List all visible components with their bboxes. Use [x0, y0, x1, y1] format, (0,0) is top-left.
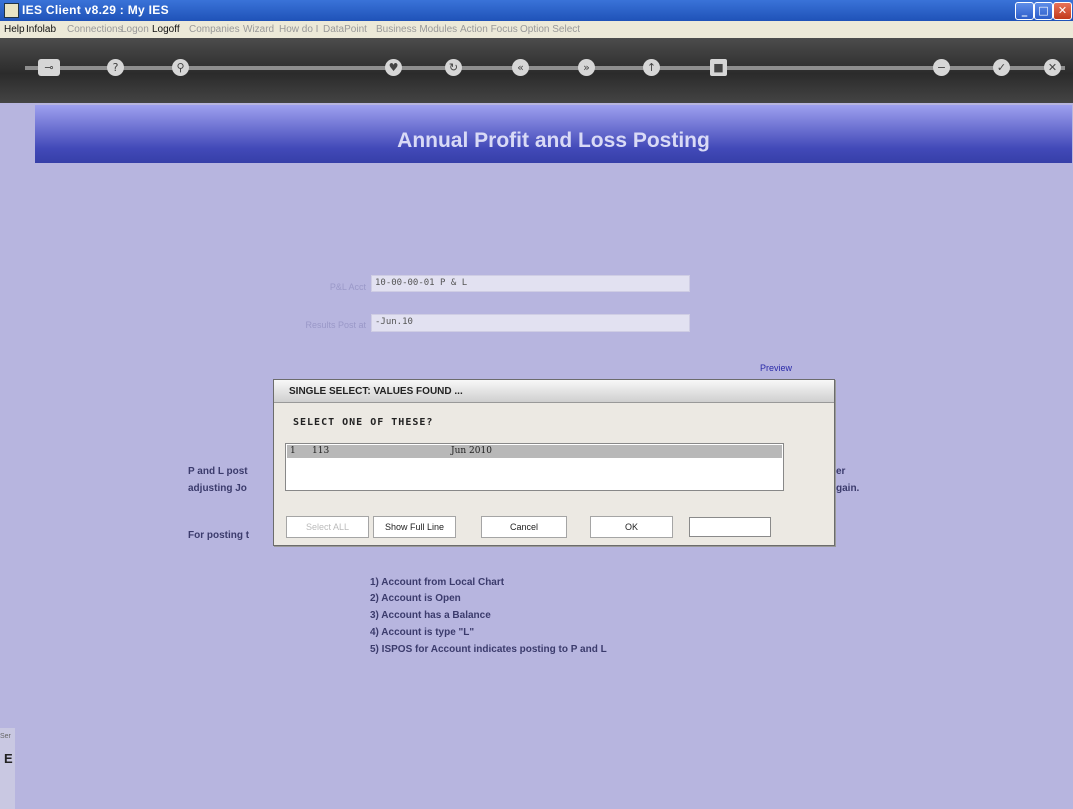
row-period: Jun 2010	[451, 446, 492, 456]
menu-connections[interactable]: Connections	[67, 24, 123, 35]
menu-help[interactable]: Help	[4, 24, 25, 35]
stop-icon[interactable]: ■	[710, 59, 727, 76]
condition-item: 2) Account is Open	[370, 593, 461, 604]
condition-item: 3) Account has a Balance	[370, 610, 491, 621]
app-icon	[4, 3, 19, 18]
minus-icon[interactable]: −	[933, 59, 950, 76]
pl-acct-field[interactable]: 10-00-00-01 P & L	[371, 275, 690, 292]
title-bar: IES Client v8.29 : My IES _ □ ✕	[0, 0, 1073, 21]
dialog-title-bar[interactable]: SINGLE SELECT: VALUES FOUND ...	[274, 380, 834, 403]
pl-acct-label: P&L Acct	[329, 282, 366, 292]
list-item[interactable]: 1 113 Jun 2010	[287, 445, 782, 458]
dialog-prompt: SELECT ONE OF THESE?	[293, 417, 434, 428]
results-post-at-label: Results Post at	[305, 320, 366, 330]
heart-icon[interactable]: ♥	[385, 59, 402, 76]
left-strip-label: Ser	[0, 733, 11, 740]
show-full-line-button[interactable]: Show Full Line	[373, 516, 456, 538]
paragraph-right-1: er	[836, 466, 846, 477]
single-select-dialog: SINGLE SELECT: VALUES FOUND ... SELECT O…	[273, 379, 835, 546]
select-all-button[interactable]: Select ALL	[286, 516, 369, 538]
menu-how-do-i[interactable]: How do I	[279, 24, 318, 35]
menu-wizard[interactable]: Wizard	[243, 24, 274, 35]
menu-business-modules[interactable]: Business Modules	[376, 24, 457, 35]
refresh-icon[interactable]: ↻	[445, 59, 462, 76]
minimize-button[interactable]: _	[1015, 2, 1034, 20]
paragraph-line-3: For posting t	[188, 530, 250, 541]
check-icon[interactable]: ✓	[993, 59, 1010, 76]
condition-item: 5) ISPOS for Account indicates posting t…	[370, 644, 607, 655]
page-banner: Annual Profit and Loss Posting	[35, 105, 1072, 163]
left-strip: Ser E	[0, 728, 15, 809]
close-window-button[interactable]: ✕	[1053, 2, 1072, 20]
results-post-at-field[interactable]: -Jun.10	[371, 314, 690, 332]
search-icon[interactable]: ⚲	[172, 59, 189, 76]
menu-logoff[interactable]: Logoff	[152, 24, 180, 35]
condition-item: 1) Account from Local Chart	[370, 577, 505, 588]
page-title: Annual Profit and Loss Posting	[397, 129, 710, 152]
ok-button[interactable]: OK	[590, 516, 673, 538]
menu-option-select[interactable]: Option Select	[520, 24, 580, 35]
up-icon[interactable]: ↑	[643, 59, 660, 76]
menu-logon[interactable]: Logon	[121, 24, 149, 35]
menu-action-focus[interactable]: Action Focus	[460, 24, 518, 35]
row-id: 113	[312, 446, 330, 456]
values-listbox[interactable]: 1 113 Jun 2010	[285, 443, 784, 491]
toolbar: ⊸ ? ⚲ ♥ ↻ « » ↑ ■ − ✓ ✕	[0, 38, 1073, 103]
dialog-title: SINGLE SELECT: VALUES FOUND ...	[289, 386, 463, 397]
dialog-input-field[interactable]	[689, 517, 771, 537]
cancel-button[interactable]: Cancel	[481, 516, 567, 538]
menu-infolab[interactable]: Infolab	[26, 24, 56, 35]
key-icon[interactable]: ⊸	[38, 59, 60, 76]
help-icon[interactable]: ?	[107, 59, 124, 76]
menu-datapoint[interactable]: DataPoint	[323, 24, 367, 35]
close-icon[interactable]: ✕	[1044, 59, 1061, 76]
maximize-button[interactable]: □	[1034, 2, 1053, 20]
back-icon[interactable]: «	[512, 59, 529, 76]
menu-companies[interactable]: Companies	[189, 24, 240, 35]
menu-bar: Help Infolab Connections Logon Logoff Co…	[0, 21, 1073, 39]
paragraph-line-1: P and L post	[188, 466, 248, 477]
paragraph-line-2: adjusting Jo	[188, 483, 247, 494]
preview-link[interactable]: Preview	[760, 363, 792, 373]
condition-item: 4) Account is type "L"	[370, 627, 475, 638]
row-number: 1	[290, 446, 296, 456]
left-strip-letter: E	[4, 751, 13, 766]
paragraph-right-2: gain.	[836, 483, 860, 494]
window-title: IES Client v8.29 : My IES	[22, 3, 169, 17]
forward-icon[interactable]: »	[578, 59, 595, 76]
